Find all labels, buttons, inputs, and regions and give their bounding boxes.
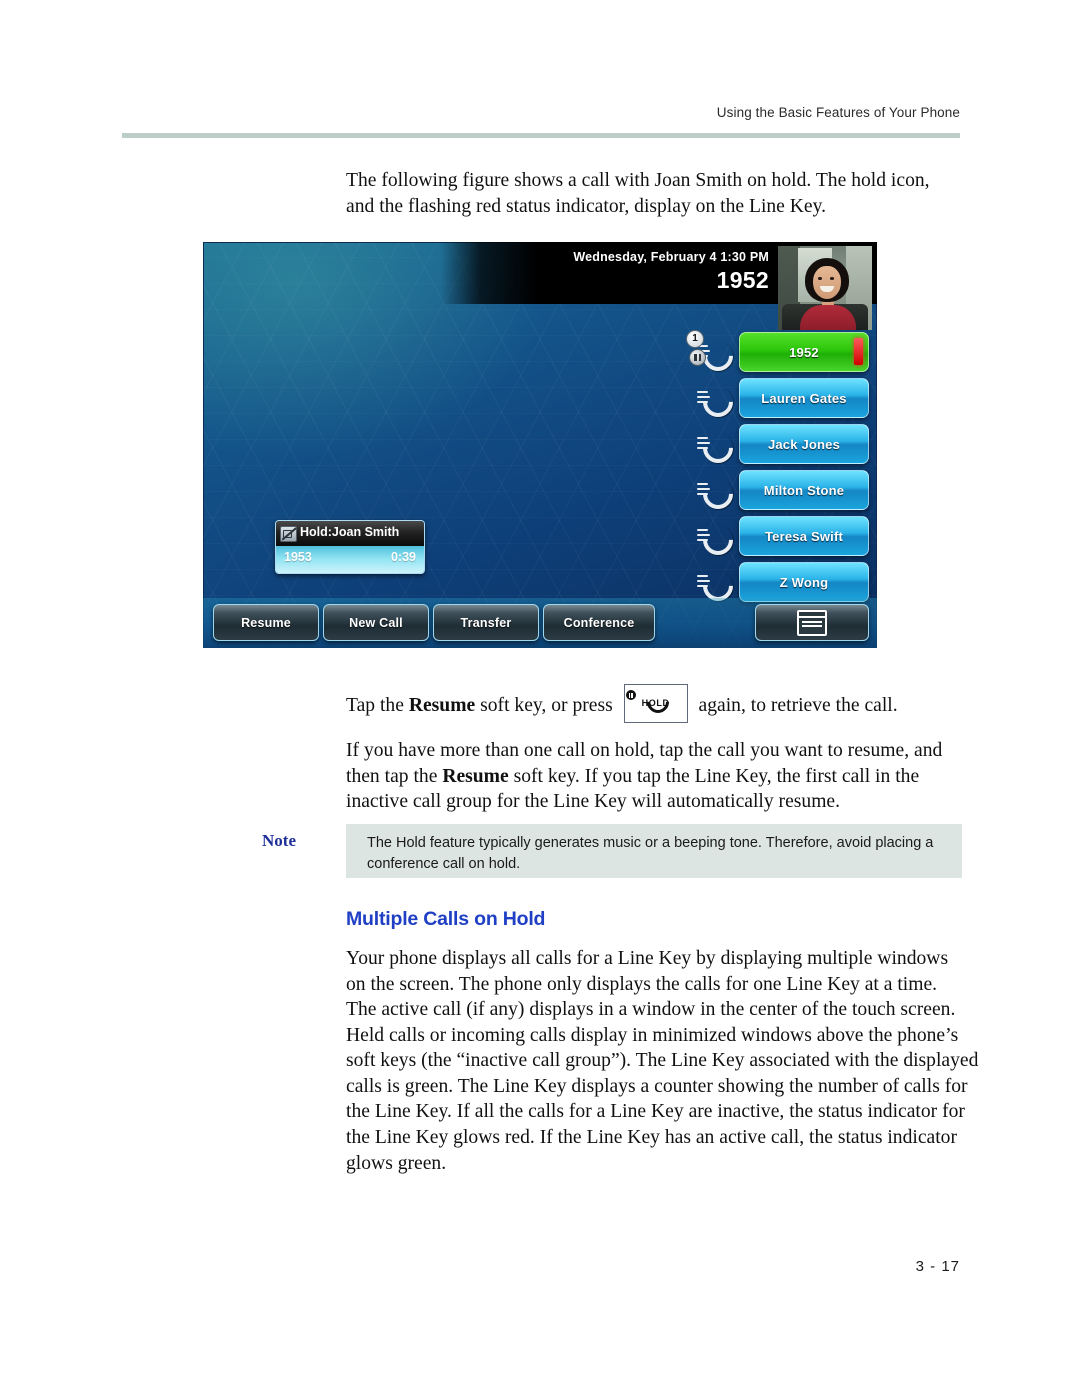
section-heading: Multiple Calls on Hold [346, 908, 546, 930]
video-person-face [813, 266, 841, 299]
resume-text-before: Tap the [346, 695, 409, 716]
line-key-row-2[interactable]: Lauren Gates [685, 376, 871, 424]
held-call-duration: 0:39 [390, 550, 416, 564]
status-indicator-red [854, 338, 863, 365]
hold-hardkey-label: HOLD [641, 698, 670, 709]
held-call-title: Hold:Joan Smith [300, 525, 400, 539]
soft-key-conference[interactable]: Conference [543, 604, 655, 641]
note-box: The Hold feature typically generates mus… [346, 824, 962, 878]
line-key-label: Milton Stone [763, 482, 845, 498]
resume-instruction-block: Tap the Resume soft key, or press HOLD a… [346, 684, 962, 723]
line-key-milton-stone[interactable]: Milton Stone [739, 470, 869, 510]
multi-hold-bold-word: Resume [442, 765, 509, 787]
resume-bold-word: Resume [408, 695, 476, 716]
soft-key-new-call[interactable]: New Call [323, 604, 429, 641]
note-callout: Note The Hold feature typically generate… [262, 824, 962, 878]
window-list-icon [797, 609, 827, 636]
multiple-hold-instruction: If you have more than one call on hold, … [346, 738, 962, 815]
displays-paragraph-block: Your phone displays all calls for a Line… [346, 946, 962, 997]
status-datetime: Wednesday, February 4 1:30 PM [573, 250, 769, 264]
line-key-row-4[interactable]: Milton Stone [685, 468, 871, 516]
held-call-window[interactable]: Hold:Joan Smith 1953 0:39 [275, 520, 425, 574]
hold-hardkey-graphic: HOLD [623, 684, 688, 723]
held-call-number: 1953 [284, 550, 312, 564]
line-key-teresa-swift[interactable]: Teresa Swift [739, 516, 869, 556]
running-head-text: Using the Basic Features of Your Phone [716, 105, 960, 120]
intro-paragraph-block: The following figure shows a call with J… [346, 168, 962, 219]
video-person-eye-left [818, 277, 822, 280]
soft-key-label: Resume [241, 615, 291, 630]
page-number: 3 - 17 [915, 1258, 960, 1275]
held-call-title-bar: Hold:Joan Smith [276, 521, 424, 546]
handset-icon [696, 472, 740, 516]
note-label: Note [262, 831, 296, 850]
page-footer: 3 - 17 [122, 1258, 960, 1275]
resume-text-after: again, to retrieve the call. [698, 695, 898, 716]
line-key-label: Teresa Swift [764, 528, 844, 544]
line-key-lauren-gates[interactable]: Lauren Gates [739, 378, 869, 418]
line-key-row-3[interactable]: Jack Jones [685, 422, 871, 470]
line-key-z-wong[interactable]: Z Wong [739, 562, 869, 602]
header-divider-rule [122, 133, 960, 138]
soft-key-label: Conference [563, 615, 635, 630]
soft-key-resume[interactable]: Resume [213, 604, 319, 641]
phone-screen-figure: Wednesday, February 4 1:30 PM 1952 1 195… [203, 242, 877, 648]
note-text: The Hold feature typically generates mus… [367, 835, 934, 872]
intro-paragraph: The following figure shows a call with J… [346, 170, 930, 217]
video-person-body [800, 305, 856, 330]
soft-key-menu[interactable] [755, 604, 869, 641]
handset-icon [696, 564, 740, 608]
active-call-paragraph-block: The active call (if any) displays in a w… [346, 997, 982, 1176]
soft-key-bar: Resume New Call Transfer Conference [203, 598, 877, 648]
soft-key-transfer[interactable]: Transfer [433, 604, 539, 641]
soft-key-label: New Call [349, 615, 403, 630]
line-key-label: 1952 [789, 344, 819, 360]
video-thumbnail[interactable] [778, 246, 872, 330]
handset-icon [696, 380, 740, 424]
line-key-label: Lauren Gates [761, 390, 847, 406]
hold-icon [689, 349, 706, 366]
line-key-row-5[interactable]: Teresa Swift [685, 514, 871, 562]
status-extension: 1952 [716, 267, 769, 293]
running-head: Using the Basic Features of Your Phone [122, 104, 960, 122]
line-key-row-1[interactable]: 1 1952 [685, 330, 871, 378]
line-key-list: 1 1952 Lauren Gates Jack Jones Milton St… [685, 330, 871, 608]
video-off-icon [280, 526, 297, 542]
handset-icon [696, 518, 740, 562]
active-call-paragraph: The active call (if any) displays in a w… [346, 999, 979, 1174]
video-person-eye-right [830, 277, 834, 280]
held-call-body: 1953 0:39 [276, 546, 424, 573]
line-key-label: Z Wong [779, 574, 829, 590]
soft-key-label: Transfer [460, 615, 512, 630]
line-key-label: Jack Jones [767, 436, 841, 452]
resume-text-mid: soft key, or press [475, 695, 613, 716]
multiple-hold-instruction-block: If you have more than one call on hold, … [346, 738, 962, 815]
call-counter-badge: 1 [686, 330, 704, 348]
line-key-1952[interactable]: 1952 [739, 332, 869, 372]
resume-instruction: Tap the Resume soft key, or press HOLD a… [346, 684, 962, 723]
handset-icon [696, 426, 740, 470]
displays-paragraph: Your phone displays all calls for a Line… [346, 948, 949, 995]
line-key-jack-jones[interactable]: Jack Jones [739, 424, 869, 464]
